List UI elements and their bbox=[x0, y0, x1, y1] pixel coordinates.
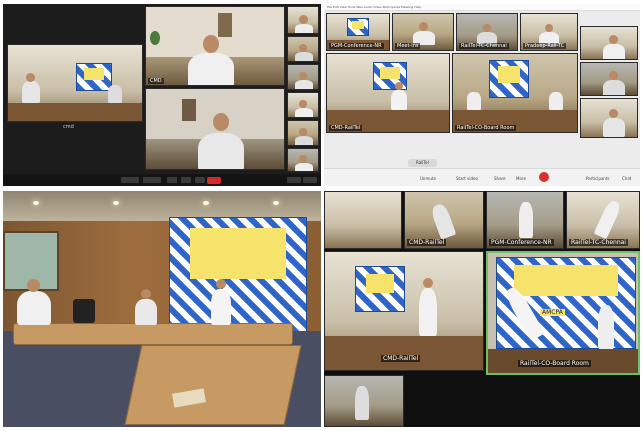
wall-frame bbox=[218, 13, 232, 37]
tile-label: CMD-RailTel bbox=[381, 355, 421, 362]
share-button[interactable] bbox=[195, 177, 205, 183]
participant-head bbox=[423, 278, 433, 288]
video-tile[interactable] bbox=[287, 6, 319, 34]
meeting-toolbar: Unmute Start video Share More Participan… bbox=[324, 168, 640, 186]
chat-button[interactable] bbox=[181, 177, 191, 183]
participants-button[interactable]: Participants bbox=[586, 176, 610, 181]
video-tile[interactable]: Pradeep-Rail-TC bbox=[520, 13, 578, 51]
conference-table bbox=[13, 323, 293, 345]
video-tile[interactable] bbox=[287, 120, 319, 146]
participant bbox=[429, 202, 457, 240]
participant-head bbox=[216, 279, 226, 289]
caption-text: cmd bbox=[63, 124, 74, 130]
video-tile[interactable] bbox=[324, 191, 402, 249]
video-tile[interactable]: RailTel-TC-Chennai bbox=[566, 191, 640, 249]
participant-head bbox=[141, 289, 151, 299]
participant bbox=[519, 202, 533, 238]
meeting-toolbar bbox=[3, 174, 321, 186]
participants-button[interactable] bbox=[167, 177, 177, 183]
video-button[interactable] bbox=[143, 177, 161, 183]
video-call-screenshot-3: CMD-RailTel PGM-Conference-NR RailTel-TC… bbox=[324, 191, 640, 427]
video-tile[interactable]: RailTel-TC-Chennai bbox=[456, 13, 518, 51]
conference-room-photo bbox=[3, 191, 321, 427]
unmute-button[interactable]: Unmute bbox=[420, 176, 436, 181]
tile-label: PGM-Conference-NR bbox=[489, 239, 554, 246]
video-tile[interactable]: CMD-RailTel bbox=[326, 53, 450, 133]
video-tile[interactable] bbox=[7, 44, 143, 122]
participant bbox=[419, 288, 437, 336]
tile-label: RailTel-TC-Chennai bbox=[459, 43, 509, 49]
video-tile[interactable] bbox=[580, 98, 638, 138]
tile-label: CMD-RailTel bbox=[407, 239, 447, 246]
video-tile[interactable]: Meet-Ins bbox=[392, 13, 454, 51]
participant bbox=[108, 85, 122, 103]
video-tile[interactable] bbox=[145, 88, 285, 170]
ceiling-light bbox=[273, 201, 279, 205]
tile-label: Meet-Ins bbox=[395, 43, 421, 49]
wall-frame bbox=[182, 99, 196, 121]
view-button[interactable] bbox=[287, 177, 301, 183]
menu-bar[interactable]: File Edit View Tools Tabs Audio Video Pa… bbox=[324, 4, 640, 11]
participant bbox=[135, 299, 157, 325]
mute-button[interactable] bbox=[121, 177, 139, 183]
video-tile[interactable]: CMD-RailTel bbox=[324, 251, 484, 371]
video-tile[interactable]: CMD-RailTel bbox=[404, 191, 484, 249]
video-call-screenshot-2: File Edit View Tools Tabs Audio Video Pa… bbox=[324, 4, 640, 186]
video-call-screenshot-1: cmd CMD bbox=[3, 4, 321, 186]
conference-table bbox=[124, 345, 302, 425]
video-tile[interactable] bbox=[580, 26, 638, 60]
plant bbox=[150, 31, 160, 45]
participant bbox=[211, 289, 231, 325]
more-button[interactable]: More bbox=[516, 176, 526, 181]
video-tile[interactable] bbox=[287, 36, 319, 62]
tile-label: RailTel-TC-Chennai bbox=[569, 239, 628, 246]
tile-label: RailTel-CO-Board Room bbox=[518, 360, 591, 367]
tile-label: CMD bbox=[148, 78, 164, 84]
video-tile[interactable]: PGM-Conference-NR bbox=[326, 13, 390, 51]
participant-head bbox=[203, 35, 219, 53]
participant bbox=[593, 198, 623, 240]
participant bbox=[355, 386, 369, 420]
video-tile[interactable] bbox=[287, 148, 319, 172]
video-tile[interactable]: RailTel-CO-Board Room bbox=[452, 53, 578, 133]
tile-label: RailTel-CO-Board Room bbox=[455, 125, 517, 131]
tile-label: Pradeep-Rail-TC bbox=[523, 43, 567, 49]
video-tile[interactable] bbox=[287, 64, 319, 90]
tile-label: PGM-Conference-NR bbox=[329, 43, 384, 49]
participant bbox=[22, 81, 40, 103]
end-call-button[interactable] bbox=[207, 177, 221, 184]
participant-head bbox=[27, 279, 40, 292]
ceiling-light bbox=[33, 201, 39, 205]
participant bbox=[17, 291, 51, 325]
banner-image bbox=[76, 63, 112, 91]
participant bbox=[598, 305, 614, 349]
participant-head bbox=[26, 73, 35, 82]
status-pill: RailTel bbox=[408, 159, 437, 167]
chair bbox=[73, 299, 95, 323]
chat-button[interactable]: Chat bbox=[622, 176, 631, 181]
video-tile[interactable] bbox=[324, 375, 404, 427]
start-video-button[interactable]: Start video bbox=[456, 176, 478, 181]
participant bbox=[188, 53, 234, 85]
video-tile-active[interactable]: AMCPA RailTel-CO-Board Room bbox=[486, 251, 640, 375]
video-tile[interactable]: PGM-Conference-NR bbox=[486, 191, 564, 249]
leave-call-button[interactable] bbox=[539, 172, 549, 182]
fullscreen-button[interactable] bbox=[303, 177, 317, 183]
photo-collage: cmd CMD File Edit View Tools Tabs Audio … bbox=[0, 0, 643, 431]
share-button[interactable]: Share bbox=[494, 176, 506, 181]
participant-head bbox=[213, 113, 229, 131]
ceiling-light bbox=[113, 201, 119, 205]
video-tile[interactable]: CMD bbox=[145, 6, 285, 86]
video-tile[interactable] bbox=[580, 62, 638, 96]
video-tile[interactable] bbox=[287, 92, 319, 118]
conference-desk bbox=[8, 103, 142, 121]
banner-text: AMCPA bbox=[540, 309, 565, 316]
ceiling-light bbox=[203, 201, 209, 205]
participant bbox=[198, 133, 244, 169]
tile-label: CMD-RailTel bbox=[329, 125, 363, 131]
